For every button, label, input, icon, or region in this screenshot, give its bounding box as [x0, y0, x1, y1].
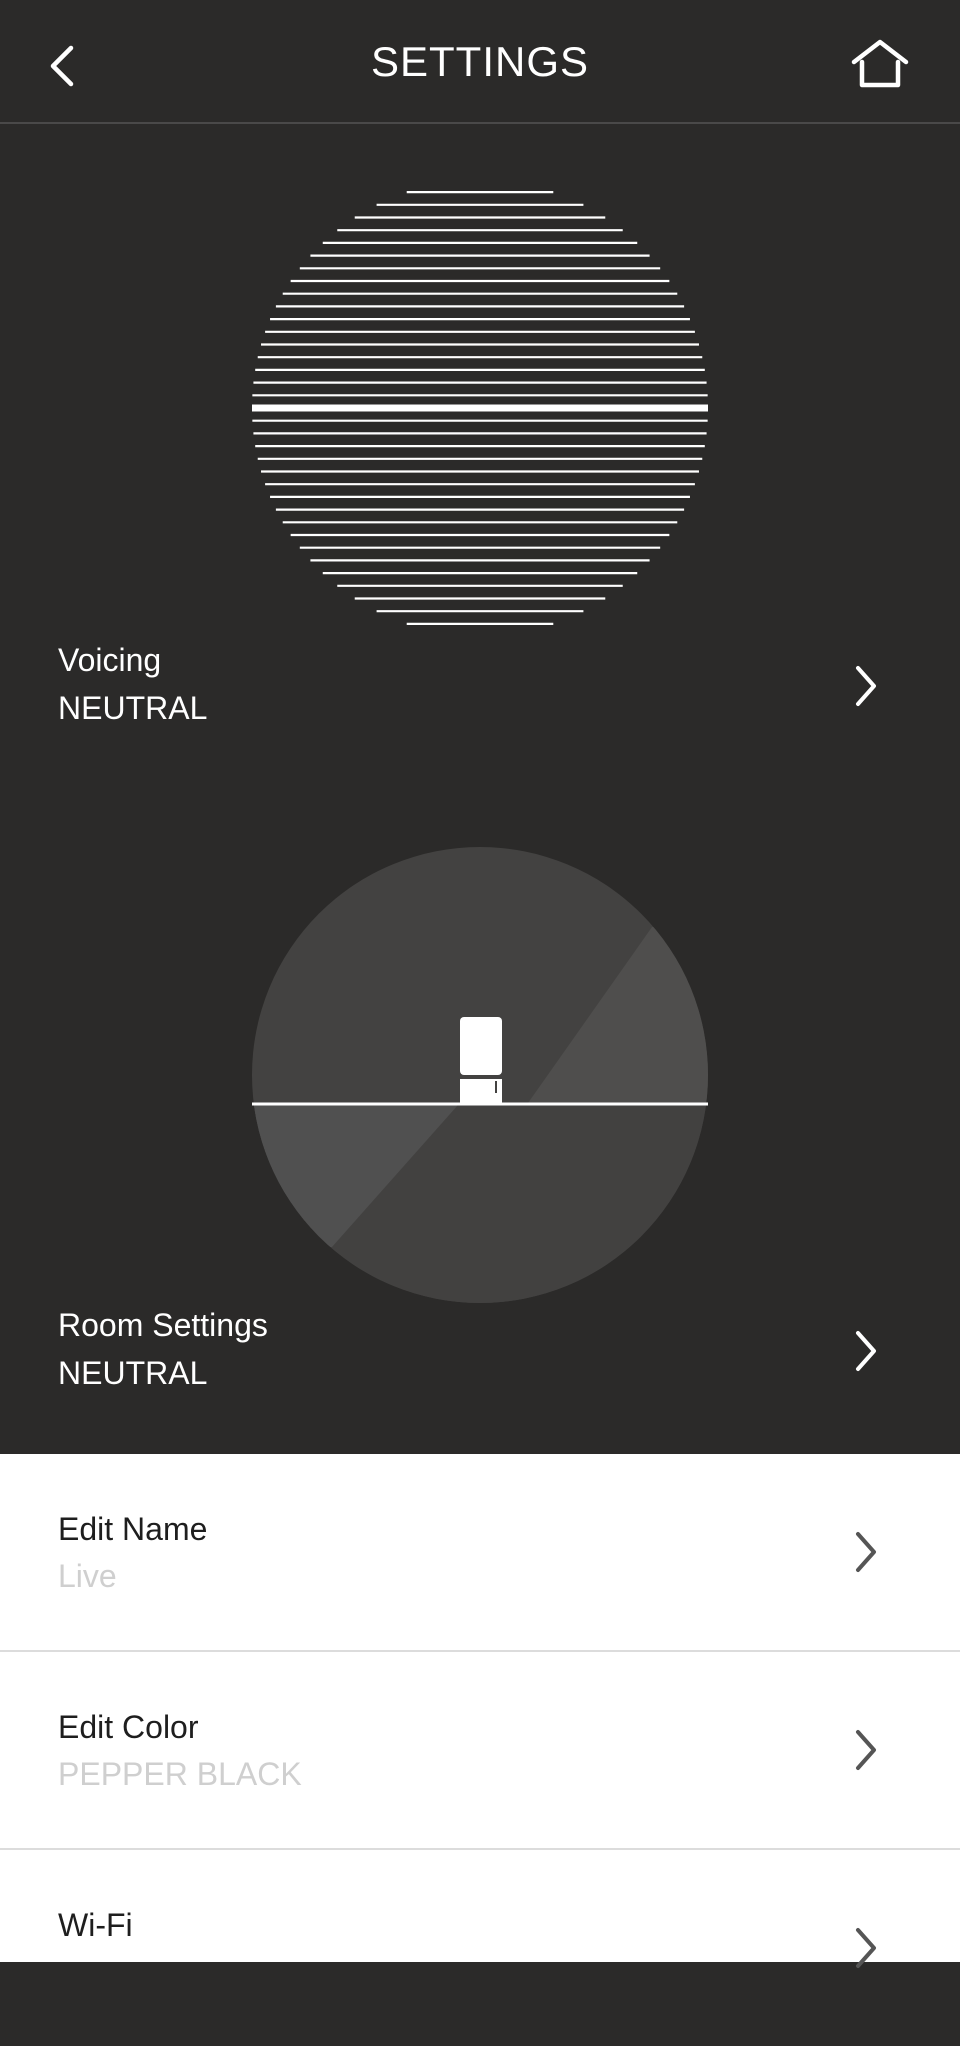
wifi-row[interactable]: Wi-Fi [0, 1850, 960, 2046]
speaker-placement-icon [252, 847, 708, 1303]
edit-name-value: Live [58, 1558, 117, 1594]
edit-name-row[interactable]: Edit Name Live [0, 1454, 960, 1652]
edit-color-label: Edit Color [58, 1709, 199, 1745]
edit-color-value: PEPPER BLACK [58, 1756, 302, 1792]
chevron-right-icon [856, 1730, 876, 1770]
voicing-lines-icon [252, 191, 708, 625]
voicing-row[interactable]: Voicing NEUTRAL [0, 640, 960, 740]
home-icon [851, 39, 909, 88]
room-settings-value: NEUTRAL [58, 1355, 208, 1391]
page-title: SETTINGS [370, 38, 590, 85]
voicing-graphic [250, 183, 710, 633]
home-button[interactable] [848, 32, 912, 96]
edit-name-label: Edit Name [58, 1511, 208, 1547]
chevron-right-icon [856, 1331, 876, 1371]
room-settings-graphic [252, 847, 708, 1303]
header-bar: SETTINGS [0, 0, 960, 124]
chevron-right-icon [856, 1532, 876, 1572]
room-settings-label: Room Settings [58, 1307, 268, 1343]
chevron-right-icon [856, 1928, 876, 1968]
wifi-label: Wi-Fi [58, 1907, 133, 1943]
voicing-value: NEUTRAL [58, 690, 208, 726]
room-settings-row[interactable]: Room Settings NEUTRAL [0, 1305, 960, 1405]
settings-list: Edit Name Live Edit Color PEPPER BLACK W… [0, 1454, 960, 1968]
voicing-label: Voicing [58, 642, 162, 678]
edit-color-row[interactable]: Edit Color PEPPER BLACK [0, 1652, 960, 1850]
chevron-right-icon [856, 666, 876, 706]
